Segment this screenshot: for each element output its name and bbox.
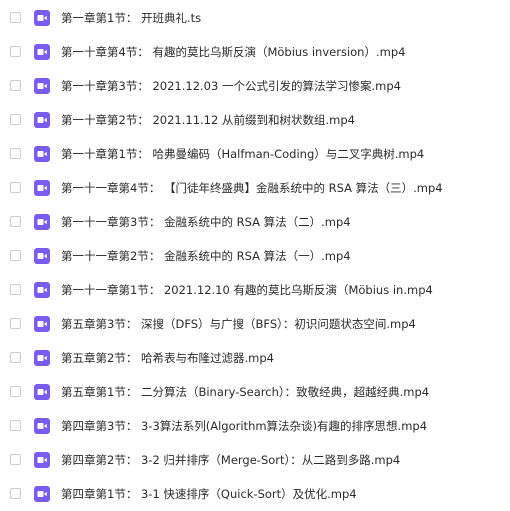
list-item[interactable]: 第一十一章第1节： 2021.12.10 有趣的莫比乌斯反演（Möbius in… bbox=[0, 273, 510, 307]
list-item[interactable]: 第一十一章第3节： 金融系统中的 RSA 算法（二）.mp4 bbox=[0, 205, 510, 239]
file-name[interactable]: 第四章第3节： 3-3算法系列(Algorithm算法杂谈)有趣的排序思想.mp… bbox=[61, 409, 427, 443]
video-file-icon bbox=[34, 282, 50, 298]
file-name[interactable]: 第一十一章第3节： 金融系统中的 RSA 算法（二）.mp4 bbox=[61, 205, 351, 239]
select-checkbox[interactable] bbox=[10, 386, 21, 397]
video-file-icon bbox=[34, 112, 50, 128]
file-name[interactable]: 第四章第2节： 3-2 归并排序（Merge-Sort）：从二路到多路.mp4 bbox=[61, 443, 400, 477]
select-checkbox[interactable] bbox=[10, 352, 21, 363]
file-name[interactable]: 第一十一章第4节： 【门徒年终盛典】金融系统中的 RSA 算法（三）.mp4 bbox=[61, 171, 443, 205]
video-file-icon bbox=[34, 418, 50, 434]
list-item[interactable]: 第一十章第2节： 2021.11.12 从前缀到和树状数组.mp4 bbox=[0, 103, 510, 137]
file-name[interactable]: 第一章第1节： 开班典礼.ts bbox=[61, 1, 201, 35]
list-item[interactable]: 第四章第3节： 3-3算法系列(Algorithm算法杂谈)有趣的排序思想.mp… bbox=[0, 409, 510, 443]
select-checkbox[interactable] bbox=[10, 318, 21, 329]
file-name[interactable]: 第四章第1节： 3-1 快速排序（Quick-Sort）及优化.mp4 bbox=[61, 477, 357, 511]
file-list: 第一章第1节： 开班典礼.ts 第一十章第4节： 有趣的莫比乌斯反演（Möbiu… bbox=[0, 0, 510, 511]
video-file-icon bbox=[34, 78, 50, 94]
file-name[interactable]: 第一十章第2节： 2021.11.12 从前缀到和树状数组.mp4 bbox=[61, 103, 355, 137]
video-file-icon bbox=[34, 452, 50, 468]
select-checkbox[interactable] bbox=[10, 488, 21, 499]
file-name[interactable]: 第一十一章第2节： 金融系统中的 RSA 算法（一）.mp4 bbox=[61, 239, 351, 273]
video-file-icon bbox=[34, 214, 50, 230]
video-file-icon bbox=[34, 248, 50, 264]
file-name[interactable]: 第一十章第3节： 2021.12.03 一个公式引发的算法学习惨案.mp4 bbox=[61, 69, 401, 103]
select-checkbox[interactable] bbox=[10, 46, 21, 57]
select-checkbox[interactable] bbox=[10, 80, 21, 91]
file-name[interactable]: 第五章第2节： 哈希表与布隆过滤器.mp4 bbox=[61, 341, 274, 375]
video-file-icon bbox=[34, 384, 50, 400]
list-item[interactable]: 第一十章第4节： 有趣的莫比乌斯反演（Möbius inversion）.mp4 bbox=[0, 35, 510, 69]
video-file-icon bbox=[34, 10, 50, 26]
list-item[interactable]: 第一章第1节： 开班典礼.ts bbox=[0, 1, 510, 35]
select-checkbox[interactable] bbox=[10, 114, 21, 125]
file-name[interactable]: 第五章第3节： 深搜（DFS）与广搜（BFS）：初识问题状态空间.mp4 bbox=[61, 307, 416, 341]
select-checkbox[interactable] bbox=[10, 216, 21, 227]
select-checkbox[interactable] bbox=[10, 182, 21, 193]
list-item[interactable]: 第五章第3节： 深搜（DFS）与广搜（BFS）：初识问题状态空间.mp4 bbox=[0, 307, 510, 341]
video-file-icon bbox=[34, 44, 50, 60]
select-checkbox[interactable] bbox=[10, 250, 21, 261]
file-name[interactable]: 第一十一章第1节： 2021.12.10 有趣的莫比乌斯反演（Möbius in… bbox=[61, 273, 433, 307]
list-item[interactable]: 第五章第2节： 哈希表与布隆过滤器.mp4 bbox=[0, 341, 510, 375]
list-item[interactable]: 第一十一章第2节： 金融系统中的 RSA 算法（一）.mp4 bbox=[0, 239, 510, 273]
select-checkbox[interactable] bbox=[10, 284, 21, 295]
list-item[interactable]: 第一十章第3节： 2021.12.03 一个公式引发的算法学习惨案.mp4 bbox=[0, 69, 510, 103]
list-item[interactable]: 第五章第1节： 二分算法（Binary-Search）：致敬经典，超越经典.mp… bbox=[0, 375, 510, 409]
list-item[interactable]: 第四章第1节： 3-1 快速排序（Quick-Sort）及优化.mp4 bbox=[0, 477, 510, 511]
video-file-icon bbox=[34, 180, 50, 196]
list-item[interactable]: 第一十一章第4节： 【门徒年终盛典】金融系统中的 RSA 算法（三）.mp4 bbox=[0, 171, 510, 205]
video-file-icon bbox=[34, 146, 50, 162]
file-name[interactable]: 第一十章第1节： 哈弗曼编码（Halfman-Coding）与二叉字典树.mp4 bbox=[61, 137, 424, 171]
list-item[interactable]: 第一十章第1节： 哈弗曼编码（Halfman-Coding）与二叉字典树.mp4 bbox=[0, 137, 510, 171]
file-name[interactable]: 第一十章第4节： 有趣的莫比乌斯反演（Möbius inversion）.mp4 bbox=[61, 35, 405, 69]
select-checkbox[interactable] bbox=[10, 454, 21, 465]
video-file-icon bbox=[34, 486, 50, 502]
file-name[interactable]: 第五章第1节： 二分算法（Binary-Search）：致敬经典，超越经典.mp… bbox=[61, 375, 429, 409]
select-checkbox[interactable] bbox=[10, 420, 21, 431]
select-checkbox[interactable] bbox=[10, 12, 21, 23]
video-file-icon bbox=[34, 316, 50, 332]
video-file-icon bbox=[34, 350, 50, 366]
select-checkbox[interactable] bbox=[10, 148, 21, 159]
list-item[interactable]: 第四章第2节： 3-2 归并排序（Merge-Sort）：从二路到多路.mp4 bbox=[0, 443, 510, 477]
